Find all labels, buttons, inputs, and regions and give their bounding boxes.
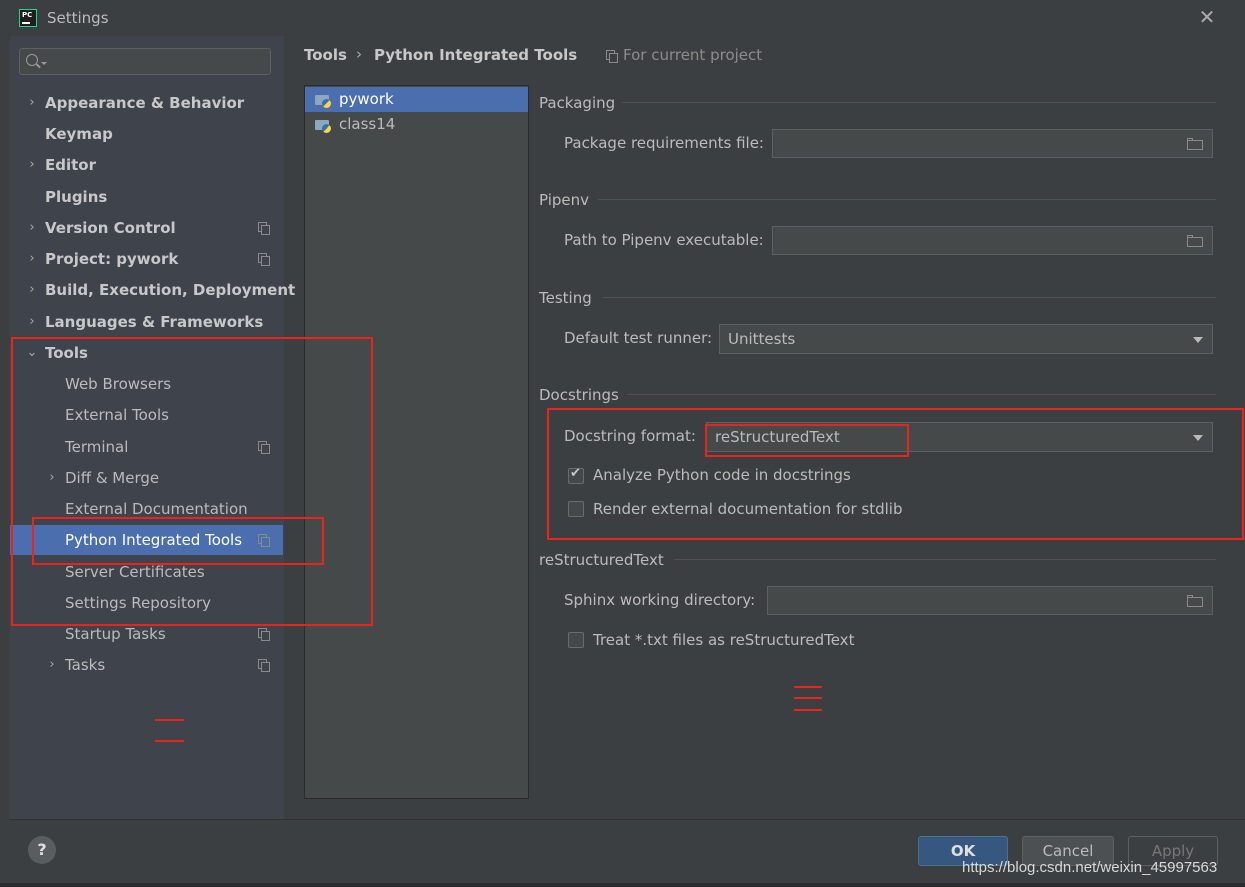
pipenv-path-field[interactable] — [772, 226, 1213, 255]
search-icon — [26, 54, 38, 66]
annotation-mark-three — [794, 686, 822, 688]
project-item-class14[interactable]: class14 — [305, 112, 528, 137]
testing-section-title: Testing — [539, 289, 592, 307]
annotation-mark-two — [155, 719, 184, 721]
project-item-pywork[interactable]: pywork — [305, 87, 528, 112]
project-scope-icon — [606, 50, 618, 63]
sidebar-item-version-control[interactable]: › Version Control — [10, 213, 284, 243]
sidebar-item-label: Project: pywork — [45, 250, 179, 268]
sidebar-item-editor[interactable]: › Editor — [10, 150, 284, 180]
sidebar-item-label: Editor — [45, 156, 96, 174]
requirements-file-field[interactable] — [772, 129, 1213, 158]
annotation-mark-three — [794, 709, 822, 711]
section-divider — [674, 559, 1216, 560]
section-divider — [598, 199, 1216, 200]
test-runner-label: Default test runner: — [564, 329, 713, 347]
chevron-right-icon[interactable]: › — [46, 650, 58, 680]
sidebar-item-label: Languages & Frameworks — [45, 313, 264, 331]
sidebar-item-plugins[interactable]: Plugins — [10, 182, 284, 212]
sidebar-item-label: Version Control — [45, 219, 176, 237]
sidebar-item-label: Appearance & Behavior — [45, 94, 245, 112]
test-runner-value: Unittests — [728, 330, 796, 348]
window-title: Settings — [47, 9, 109, 27]
requirements-file-label: Package requirements file: — [564, 134, 764, 152]
sidebar-item-label: Plugins — [45, 188, 108, 206]
python-project-icon — [315, 117, 331, 133]
chevron-right-icon[interactable]: › — [26, 307, 38, 337]
annotation-box-tools — [11, 337, 373, 626]
sidebar-item-label: Keymap — [45, 125, 113, 143]
sphinx-dir-label: Sphinx working directory: — [564, 591, 756, 609]
project-scope-icon — [258, 253, 270, 266]
window-bottom-edge — [0, 883, 1245, 887]
breadcrumb-separator: › — [356, 45, 362, 63]
folder-icon[interactable] — [1187, 595, 1204, 607]
project-label: pywork — [339, 90, 394, 108]
sidebar-item-tasks[interactable]: › Tasks — [10, 650, 284, 680]
pipenv-section-title: Pipenv — [539, 191, 590, 209]
watermark-text: https://blog.csdn.net/weixin_45997563 — [962, 859, 1218, 876]
annotation-box-docstring-format — [705, 424, 909, 457]
chevron-right-icon[interactable]: › — [26, 244, 38, 274]
sidebar-item-label: Tasks — [65, 656, 106, 674]
breadcrumb-current: Python Integrated Tools — [374, 46, 578, 64]
help-button[interactable]: ? — [28, 836, 56, 864]
restructuredtext-section-title: reStructuredText — [539, 551, 664, 569]
sidebar-item-build-execution-deployment[interactable]: › Build, Execution, Deployment — [10, 275, 295, 305]
packaging-section-title: Packaging — [539, 94, 616, 112]
docstrings-section-title: Docstrings — [539, 386, 619, 404]
chevron-right-icon[interactable]: › — [26, 150, 38, 180]
treat-txt-checkbox[interactable] — [568, 632, 584, 648]
project-scope-icon — [258, 628, 270, 641]
sidebar-item-keymap[interactable]: Keymap — [10, 119, 284, 149]
pycharm-logo-icon: PC — [19, 9, 37, 27]
folder-icon[interactable] — [1187, 235, 1204, 247]
sidebar-item-languages-frameworks[interactable]: › Languages & Frameworks — [10, 307, 284, 337]
chevron-right-icon[interactable]: › — [26, 88, 38, 118]
project-label: class14 — [339, 115, 396, 133]
scope-label: For current project — [623, 46, 763, 64]
search-input[interactable] — [19, 48, 271, 75]
project-scope-icon — [258, 659, 270, 672]
sidebar-item-appearance-behavior[interactable]: › Appearance & Behavior — [10, 88, 284, 118]
sidebar-item-label: Build, Execution, Deployment — [45, 281, 296, 299]
annotation-mark-two — [155, 740, 184, 742]
annotation-mark-three — [794, 697, 822, 699]
pipenv-path-label: Path to Pipenv executable: — [564, 231, 764, 249]
chevron-right-icon[interactable]: › — [26, 275, 38, 305]
close-icon[interactable]: ✕ — [1196, 6, 1218, 28]
folder-icon[interactable] — [1187, 138, 1204, 150]
chevron-right-icon[interactable]: › — [26, 213, 38, 243]
title-bar: PC Settings ✕ — [0, 0, 1245, 36]
sphinx-dir-field[interactable] — [767, 586, 1213, 615]
annotation-box-python-integrated-tools — [32, 517, 324, 565]
sidebar-item-project-pywork[interactable]: › Project: pywork — [10, 244, 284, 274]
project-scope-icon — [258, 222, 270, 235]
settings-dialog: PC Settings ✕ › Appearance & Behavior Keym… — [0, 0, 1245, 887]
section-divider — [602, 297, 1216, 298]
section-divider — [622, 102, 1216, 103]
treat-txt-label[interactable]: Treat *.txt files as reStructuredText — [593, 631, 854, 649]
search-options-caret-icon[interactable] — [41, 62, 47, 65]
test-runner-select[interactable]: Unittests — [719, 324, 1213, 354]
footer-divider — [10, 819, 1245, 820]
python-project-icon — [315, 92, 331, 108]
breadcrumb-parent[interactable]: Tools — [304, 46, 347, 64]
section-divider — [627, 394, 1216, 395]
chevron-down-icon — [1193, 337, 1203, 343]
